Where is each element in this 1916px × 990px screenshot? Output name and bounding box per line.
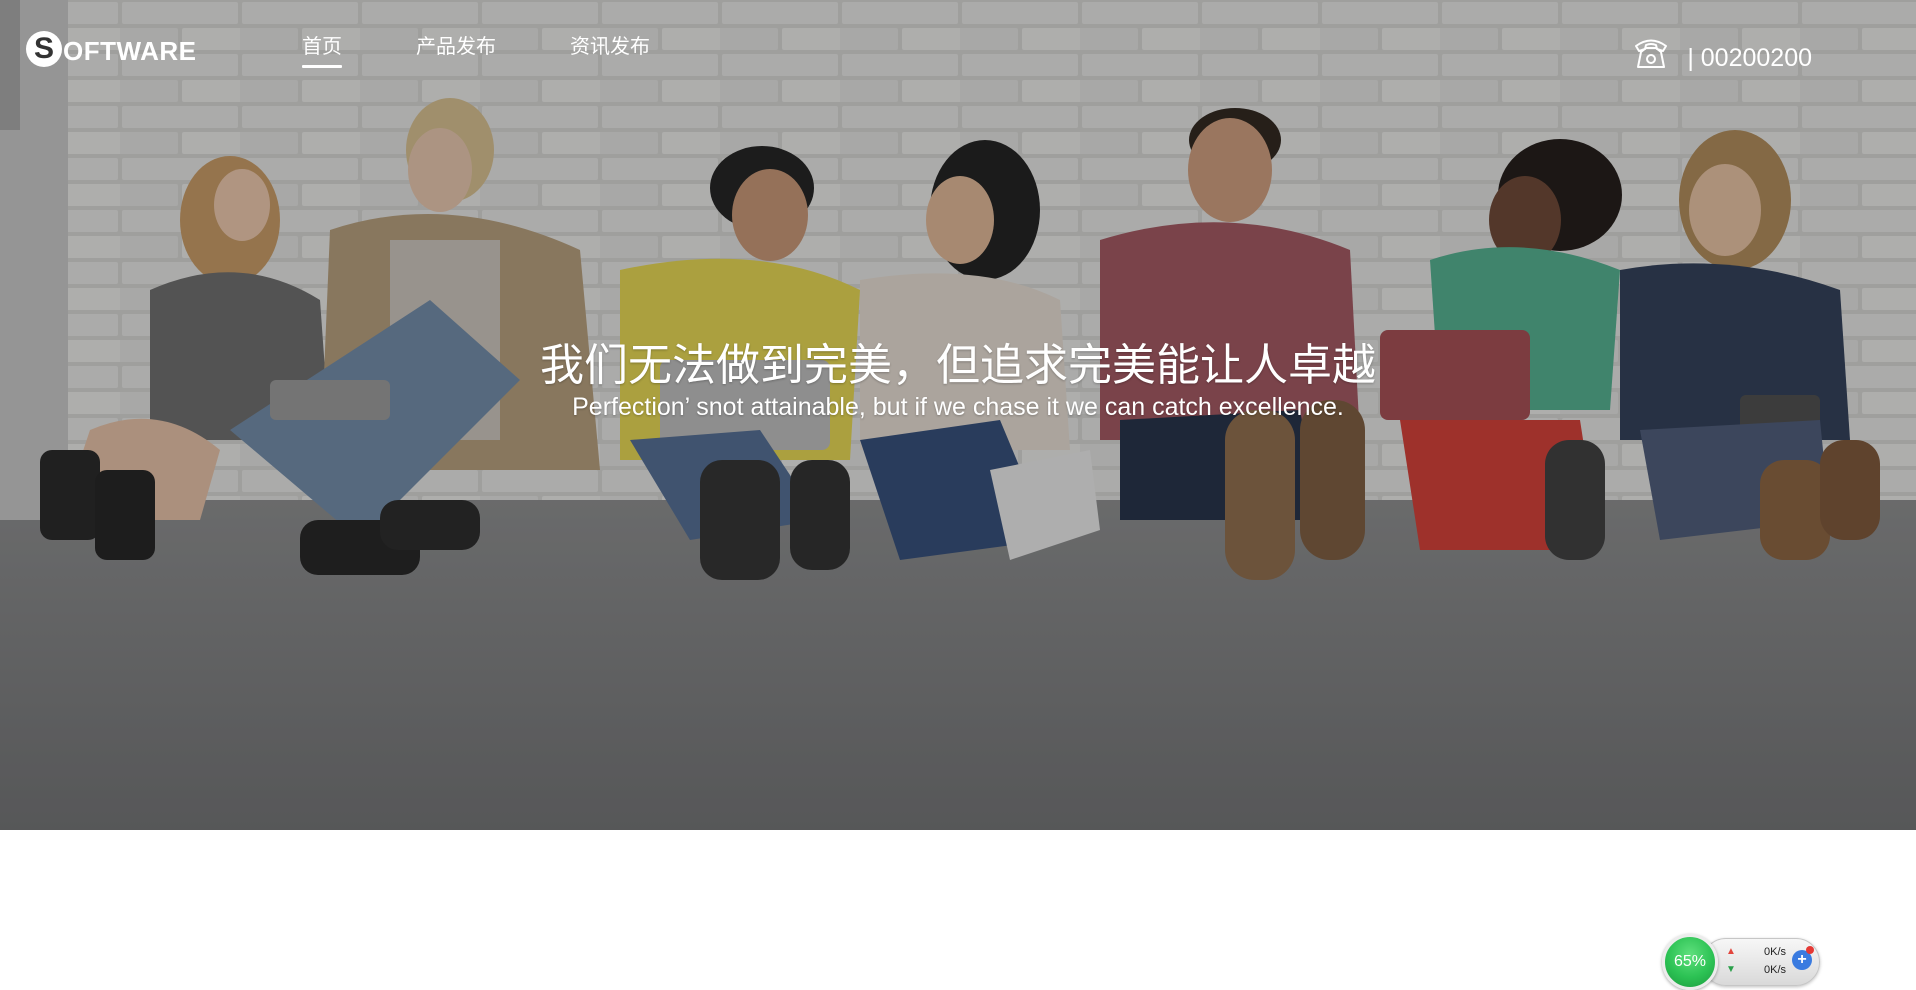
hero-headline: 我们无法做到完美，但追求完美能让人卓越: [540, 340, 1376, 392]
upload-speed-row: ▲ 0K/s: [1726, 944, 1786, 960]
nav-item-products[interactable]: 产品发布: [416, 30, 496, 68]
nav-item-news[interactable]: 资讯发布: [570, 30, 650, 68]
main-nav: 首页 产品发布 资讯发布: [302, 30, 724, 68]
network-speed-widget[interactable]: 65% ▲ 0K/s ▼ 0K/s +: [1662, 934, 1822, 990]
telephone-icon: [1635, 39, 1668, 68]
top-navbar: S OFTWARE 首页 产品发布 资讯发布 | 00200200: [0, 0, 1916, 100]
hero-subline: Perfection’ snot attainable, but if we c…: [572, 393, 1344, 421]
hero-banner: S OFTWARE 首页 产品发布 资讯发布 | 00200200 我们无法做到…: [0, 0, 1916, 830]
memory-usage-circle[interactable]: 65%: [1662, 934, 1718, 990]
contact-phone: | 00200200: [1631, 32, 1812, 73]
upload-arrow-icon: ▲: [1726, 946, 1736, 957]
page: S OFTWARE 首页 产品发布 资讯发布 | 00200200 我们无法做到…: [0, 0, 1916, 990]
notification-dot: [1806, 946, 1814, 954]
nav-item-home[interactable]: 首页: [302, 30, 342, 68]
upload-speed: 0K/s: [1763, 946, 1786, 958]
download-speed: 0K/s: [1763, 964, 1786, 976]
download-arrow-icon: ▼: [1726, 964, 1736, 975]
site-logo[interactable]: S OFTWARE: [26, 30, 197, 67]
logo-badge: S: [26, 30, 62, 67]
download-speed-row: ▼ 0K/s: [1726, 962, 1786, 978]
phone-number: | 00200200: [1687, 44, 1812, 72]
logo-wordmark: OFTWARE: [63, 36, 197, 66]
